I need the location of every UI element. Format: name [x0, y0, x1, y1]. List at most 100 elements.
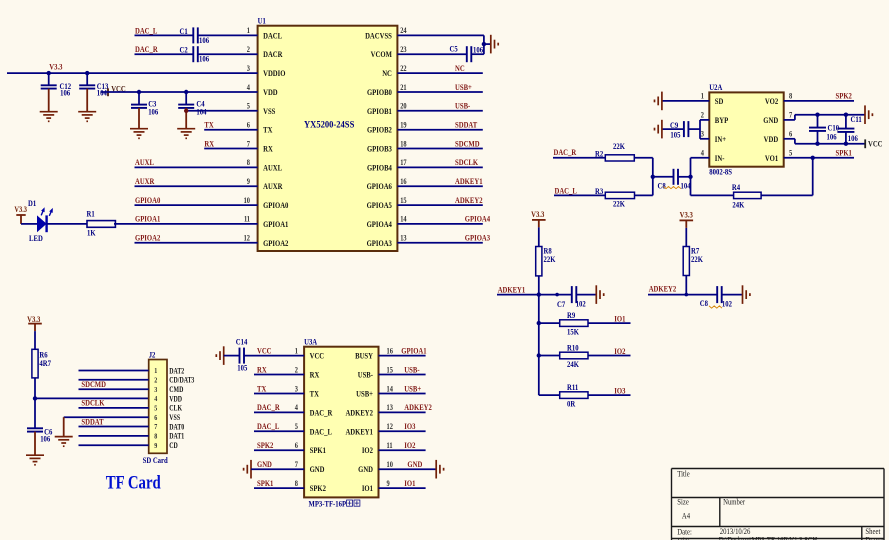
svg-text:9: 9 — [247, 177, 251, 186]
svg-text:ADKEY2: ADKEY2 — [455, 195, 483, 205]
svg-text:D:\Desktop\MP3-TF-16P\V1.3.SCH: D:\Desktop\MP3-TF-16P\V1.3.SCH — [719, 535, 818, 540]
svg-text:DACL: DACL — [263, 31, 282, 41]
svg-text:106: 106 — [199, 35, 209, 45]
svg-text:GPIOA3: GPIOA3 — [367, 238, 392, 248]
svg-text:9: 9 — [154, 442, 158, 450]
svg-text:0R: 0R — [567, 399, 576, 409]
svg-text:C2: C2 — [180, 45, 188, 55]
svg-text:106: 106 — [199, 54, 209, 64]
svg-text:C5: C5 — [450, 44, 458, 54]
svg-text:AUXL: AUXL — [263, 163, 282, 173]
svg-text:22K: 22K — [613, 199, 625, 209]
svg-text:CD: CD — [169, 441, 178, 450]
svg-text:BYP: BYP — [715, 115, 729, 125]
svg-text:VO1: VO1 — [765, 153, 778, 163]
svg-text:J2: J2 — [149, 350, 156, 360]
svg-text:U2A: U2A — [709, 82, 722, 92]
svg-text:9: 9 — [387, 479, 391, 488]
svg-text:3: 3 — [154, 386, 158, 394]
svg-text:C8: C8 — [700, 298, 708, 308]
svg-text:RX: RX — [257, 364, 267, 374]
svg-text:BUSY: BUSY — [355, 351, 373, 361]
svg-text:GPIOA5: GPIOA5 — [367, 200, 392, 210]
svg-text:V3.3: V3.3 — [14, 204, 27, 214]
svg-text:18: 18 — [400, 140, 407, 149]
svg-text:ADKEY1: ADKEY1 — [345, 426, 373, 436]
svg-text:DAC_L: DAC_L — [555, 186, 577, 196]
svg-text:8: 8 — [295, 479, 299, 488]
svg-text:USB+: USB+ — [404, 383, 421, 393]
svg-text:IO3: IO3 — [404, 421, 415, 431]
svg-text:VCOM: VCOM — [371, 49, 393, 59]
svg-text:GPIOA4: GPIOA4 — [367, 219, 392, 229]
svg-text:104: 104 — [681, 181, 691, 191]
svg-text:SDDAT: SDDAT — [81, 416, 104, 426]
svg-text:105: 105 — [237, 363, 247, 373]
svg-text:106: 106 — [148, 106, 158, 116]
svg-text:R3: R3 — [595, 186, 603, 196]
svg-text:12: 12 — [244, 234, 251, 243]
svg-text:22: 22 — [400, 64, 407, 73]
svg-text:SPK1: SPK1 — [310, 445, 327, 455]
svg-text:DACR: DACR — [263, 49, 283, 59]
svg-text:RX: RX — [310, 370, 320, 380]
svg-text:106: 106 — [827, 131, 837, 141]
svg-text:4: 4 — [295, 404, 299, 413]
svg-text:LED: LED — [29, 233, 43, 243]
svg-text:3: 3 — [295, 385, 299, 394]
svg-text:C8: C8 — [658, 181, 666, 191]
svg-text:USB+: USB+ — [455, 82, 472, 92]
svg-text:GPIOA2: GPIOA2 — [263, 238, 288, 248]
svg-text:SDDAT: SDDAT — [455, 120, 478, 130]
svg-text:4: 4 — [154, 396, 158, 404]
svg-text:10: 10 — [387, 460, 394, 469]
svg-text:VSS: VSS — [169, 413, 180, 422]
svg-text:7: 7 — [154, 424, 158, 432]
svg-text:14: 14 — [387, 385, 394, 394]
svg-text:106: 106 — [848, 133, 858, 143]
svg-text:TF Card: TF Card — [106, 472, 161, 493]
svg-text:22K: 22K — [613, 141, 625, 151]
svg-text:C1: C1 — [180, 26, 188, 36]
svg-text:AUXR: AUXR — [135, 176, 155, 186]
svg-text:8: 8 — [789, 92, 793, 101]
svg-text:6: 6 — [154, 414, 158, 422]
svg-text:105: 105 — [670, 129, 680, 139]
svg-text:22K: 22K — [544, 254, 556, 264]
svg-text:2: 2 — [247, 45, 251, 54]
svg-text:GND: GND — [407, 459, 422, 469]
svg-text:2: 2 — [295, 366, 299, 375]
svg-text:MP3-TF-16P: MP3-TF-16P — [309, 499, 347, 509]
svg-text:IO2: IO2 — [404, 440, 415, 450]
svg-text:USB-: USB- — [404, 364, 420, 374]
svg-text:21: 21 — [400, 83, 407, 92]
svg-text:102: 102 — [576, 299, 586, 309]
svg-text:2: 2 — [154, 377, 158, 385]
svg-text:GND: GND — [310, 464, 325, 474]
svg-text:DAC_R: DAC_R — [554, 147, 577, 157]
svg-text:ADKEY2: ADKEY2 — [345, 408, 373, 418]
svg-text:File:: File: — [677, 536, 689, 540]
svg-text:DAT2: DAT2 — [169, 366, 184, 375]
svg-text:NC: NC — [455, 63, 465, 73]
svg-text:6: 6 — [247, 121, 251, 130]
svg-text:GPIOA0: GPIOA0 — [263, 200, 288, 210]
svg-text:R1: R1 — [87, 209, 95, 219]
svg-text:GPIOA6: GPIOA6 — [367, 181, 392, 191]
svg-text:USB+: USB+ — [356, 389, 373, 399]
svg-text:IN+: IN+ — [715, 134, 726, 144]
svg-text:ADKEY2: ADKEY2 — [649, 284, 677, 294]
svg-text:5: 5 — [295, 422, 299, 431]
svg-text:USB-: USB- — [358, 370, 374, 380]
svg-text:GPIOA1: GPIOA1 — [401, 346, 426, 356]
svg-text:19: 19 — [400, 121, 407, 130]
svg-text:VSS: VSS — [263, 106, 275, 116]
svg-text:17: 17 — [400, 159, 407, 168]
svg-text:TX: TX — [204, 120, 214, 130]
svg-text:24K: 24K — [567, 359, 579, 369]
svg-text:DAC_L: DAC_L — [257, 421, 279, 431]
svg-text:DAC_L: DAC_L — [135, 25, 157, 35]
svg-text:VDD: VDD — [263, 87, 278, 97]
svg-text:106: 106 — [60, 88, 70, 98]
svg-text:IO1: IO1 — [404, 478, 415, 488]
